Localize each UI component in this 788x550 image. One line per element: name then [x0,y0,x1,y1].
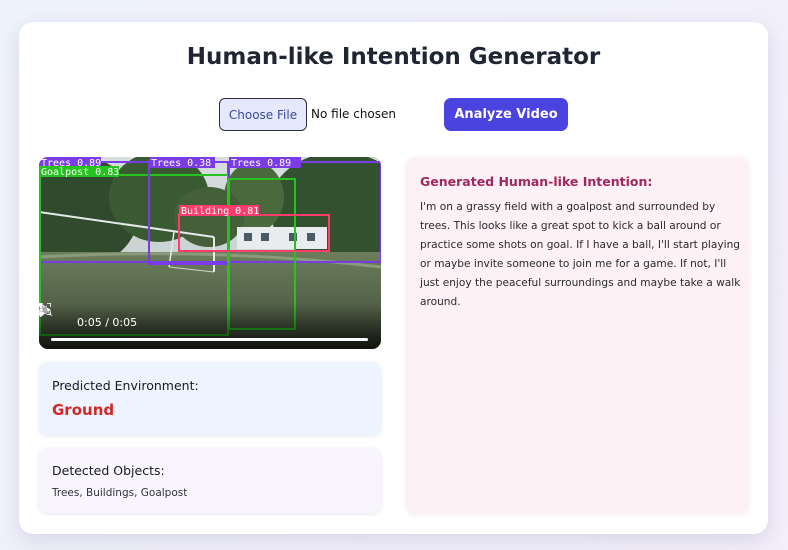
file-status: No file chosen [311,107,397,121]
detection-label-trees-3: Trees 0.89 [231,158,291,169]
environment-label: Predicted Environment: [52,378,199,393]
more-options-icon[interactable] [39,303,43,317]
analyze-video-button[interactable]: Analyze Video [444,98,568,131]
page-title: Human-like Intention Generator [186,44,601,70]
video-progress-bar[interactable] [51,338,368,341]
detection-label-building: Building 0.81 [181,206,259,217]
objects-panel: Detected Objects: Trees, Buildings, Goal… [39,448,381,513]
choose-file-button[interactable]: Choose File [219,98,307,131]
intention-panel: Generated Human-like Intention: I'm on a… [406,157,749,514]
video-player[interactable]: Trees 0.89 Goalpost 0.83 Trees 0.38 Tree… [39,157,381,349]
video-time: 0:05 / 0:05 [77,316,138,329]
video-controls: 0:05 / 0:05 [39,303,381,349]
environment-panel: Predicted Environment: Ground [39,362,381,435]
detection-label-goalpost: Goalpost 0.83 [41,167,119,178]
main-card: Human-like Intention Generator Choose Fi… [19,22,768,534]
intention-text: I'm on a grassy field with a goalpost an… [420,201,741,308]
environment-value: Ground [52,401,115,419]
objects-label: Detected Objects: [52,463,165,478]
detection-label-trees-2: Trees 0.38 [151,158,211,169]
objects-value: Trees, Buildings, Goalpost [52,487,188,499]
intention-label: Generated Human-like Intention: [420,174,653,189]
